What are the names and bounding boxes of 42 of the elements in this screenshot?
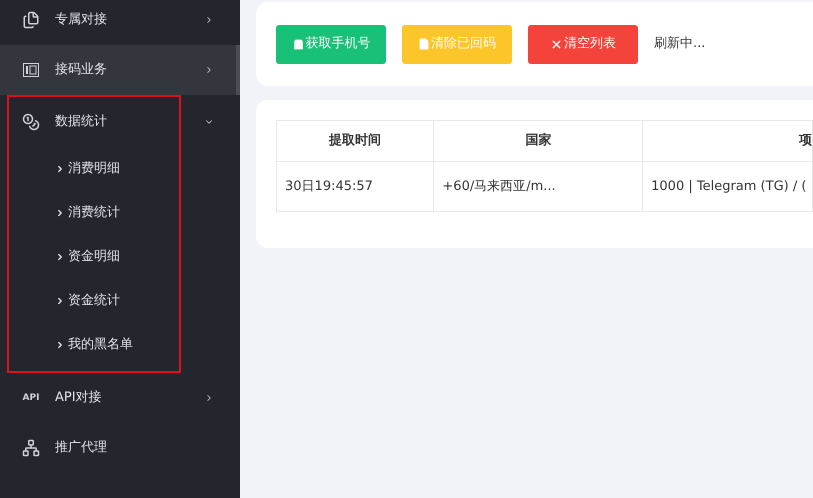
submenu-item[interactable]: 我的黑名单 bbox=[9, 323, 179, 367]
submenu-item[interactable]: 资金明细 bbox=[9, 235, 179, 279]
bag-icon bbox=[292, 38, 304, 50]
sidebar-item[interactable]: API API对接 bbox=[0, 373, 240, 423]
sidebar-item[interactable]: 推广代理 bbox=[0, 423, 240, 473]
table-cell: 30日19:45:57 bbox=[276, 162, 434, 212]
chevron-right-icon bbox=[55, 164, 65, 174]
table-cell: 1000 | Telegram (TG) / ( bbox=[642, 162, 812, 212]
submenu-label: 消费明细 bbox=[68, 160, 120, 178]
sidebar-item-label: 接码业务 bbox=[55, 61, 108, 80]
status-text: 刷新中... bbox=[654, 35, 706, 54]
files-icon bbox=[22, 11, 40, 29]
sidebar-item-label: 专属对接 bbox=[55, 11, 108, 30]
network-icon bbox=[22, 439, 40, 457]
chevron-right-icon bbox=[55, 252, 65, 262]
close-icon bbox=[550, 38, 563, 50]
submenu-item[interactable]: 消费明细 bbox=[9, 147, 179, 191]
sidebar-item[interactable]: 专属对接 bbox=[0, 0, 240, 45]
table-cell: +60/马来西亚/m... bbox=[434, 162, 643, 212]
column-header: 提取时间 bbox=[276, 120, 434, 162]
chevron-right-icon bbox=[55, 296, 65, 306]
sidebar-item[interactable]: 接码业务 bbox=[0, 45, 240, 95]
coins-icon bbox=[22, 113, 40, 131]
submenu-label: 资金统计 bbox=[68, 292, 120, 310]
submenu-label: 资金明细 bbox=[68, 248, 120, 266]
counter-icon bbox=[23, 63, 39, 77]
chevron-right-icon bbox=[55, 340, 65, 350]
submenu-item[interactable]: 消费统计 bbox=[9, 191, 179, 235]
sidebar-item-label: 数据统计 bbox=[55, 113, 108, 132]
submenu-label: 我的黑名单 bbox=[68, 336, 133, 354]
scrollbar-thumb[interactable] bbox=[236, 45, 240, 95]
api-icon: API bbox=[22, 394, 40, 402]
column-header: 国家 bbox=[434, 120, 643, 162]
column-header: 项 bbox=[642, 120, 812, 162]
sidebar-item-label: API对接 bbox=[55, 389, 103, 408]
submenu-label: 消费统计 bbox=[68, 204, 120, 222]
file-icon bbox=[418, 38, 430, 50]
sidebar-item-label: 推广代理 bbox=[55, 439, 108, 458]
action-button[interactable]: 清空列表 bbox=[528, 24, 638, 64]
chevron-right-icon bbox=[55, 208, 65, 218]
submenu-item[interactable]: 资金统计 bbox=[9, 279, 179, 323]
sidebar-item[interactable]: 数据统计 bbox=[0, 97, 240, 147]
